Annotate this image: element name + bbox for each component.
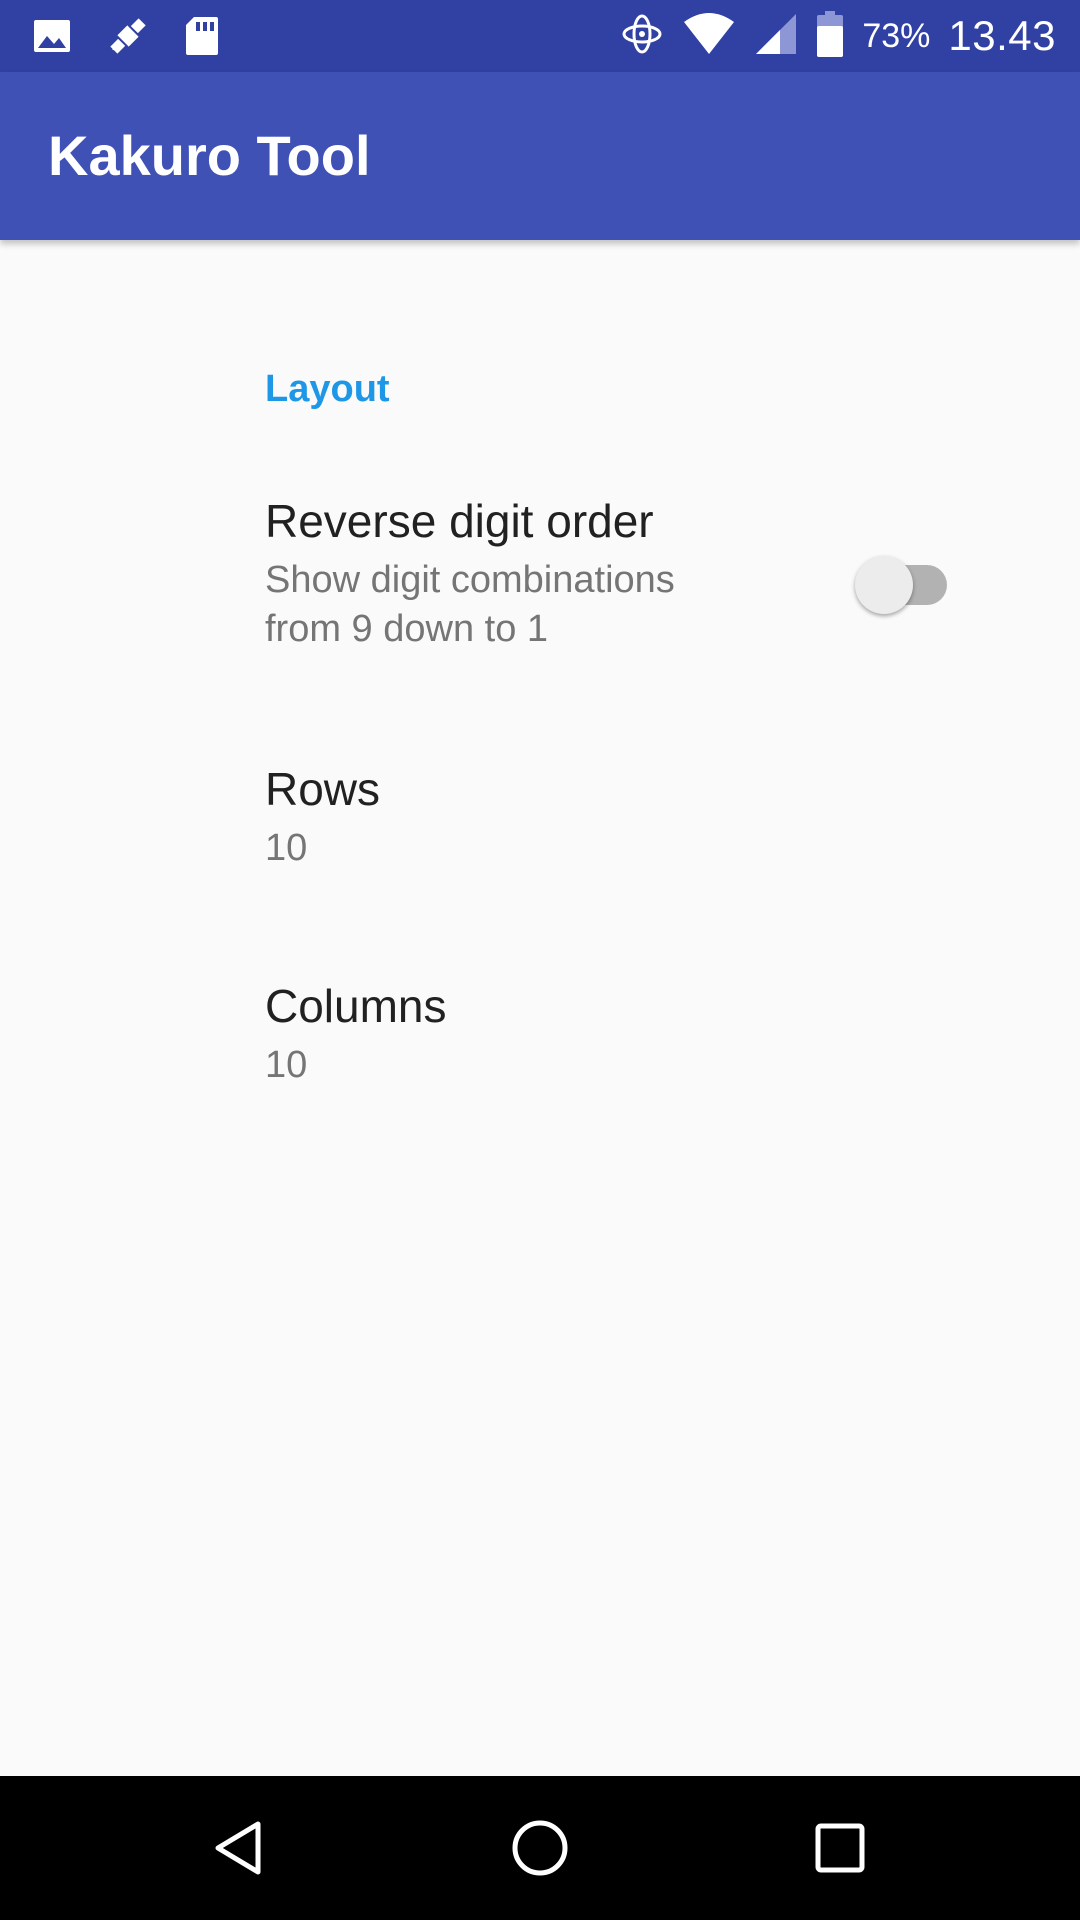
navigation-bar — [0, 1776, 1080, 1920]
back-icon — [215, 1821, 261, 1875]
settings-screen: 73% 13.43 Kakuro Tool Layout Reverse dig… — [0, 0, 1080, 1920]
switch-thumb — [855, 556, 913, 614]
app-title: Kakuro Tool — [48, 124, 371, 187]
rows-title: Rows — [265, 763, 381, 815]
columns-title: Columns — [265, 980, 447, 1032]
battery-icon — [816, 10, 844, 63]
recents-icon — [815, 1823, 865, 1873]
sd-card-icon — [184, 15, 220, 62]
reverse-digit-order-summary: Show digit combinations from 9 down to 1 — [265, 558, 675, 651]
signal-icon — [754, 12, 798, 61]
app-bar: Kakuro Tool — [0, 72, 1080, 240]
clock: 13.43 — [948, 12, 1056, 59]
rows-value: 10 — [265, 826, 308, 869]
rows-preference[interactable]: Rows 10 — [265, 763, 865, 873]
home-icon — [512, 1820, 568, 1876]
home-button[interactable] — [490, 1798, 590, 1898]
satellite-icon — [106, 14, 150, 63]
back-button[interactable] — [190, 1798, 290, 1898]
columns-value: 10 — [265, 1043, 308, 1086]
notification-icons — [32, 14, 220, 63]
battery-percent: 73% — [862, 16, 931, 55]
reverse-digit-order-preference[interactable]: Reverse digit order Show digit combinati… — [265, 495, 745, 655]
system-status: 73% 13.43 — [620, 0, 1056, 72]
columns-preference[interactable]: Columns 10 — [265, 980, 865, 1090]
category-layout: Layout — [265, 368, 390, 410]
reverse-digit-order-switch[interactable] — [855, 553, 951, 617]
sync-icon — [620, 12, 664, 61]
image-icon — [32, 16, 72, 61]
reverse-digit-order-title: Reverse digit order — [265, 495, 654, 547]
recents-button[interactable] — [790, 1798, 890, 1898]
status-bar: 73% 13.43 — [0, 0, 1080, 72]
wifi-icon — [682, 12, 736, 61]
